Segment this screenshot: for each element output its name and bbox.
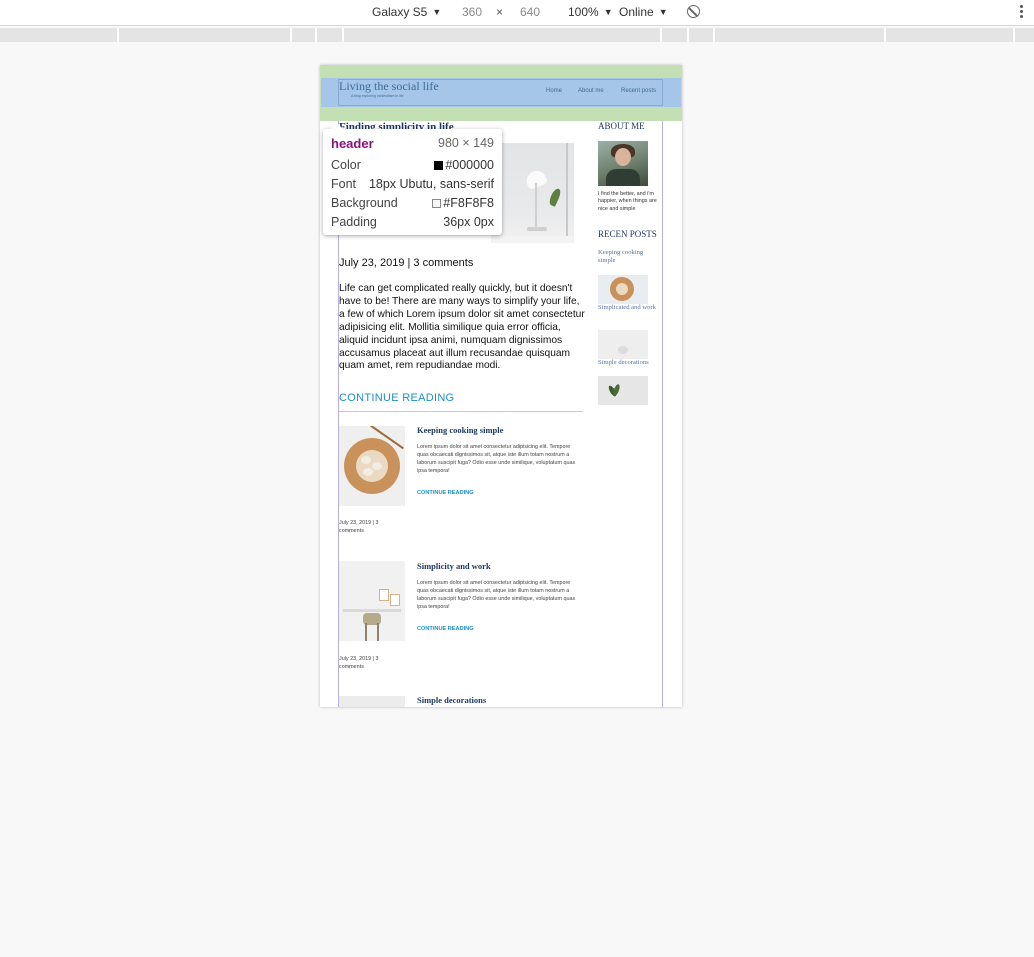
network-value: Online: [619, 5, 654, 19]
about-avatar: [598, 141, 648, 186]
tooltip-color-label: Color: [331, 158, 361, 172]
width-input[interactable]: 360: [462, 5, 482, 19]
tooltip-font-label: Font: [331, 177, 357, 191]
site-tagline: A blog exploring minimalism in life: [351, 94, 404, 98]
recent-post-thumbnail[interactable]: [598, 275, 648, 304]
height-input[interactable]: 640: [520, 5, 540, 19]
tooltip-font-value: 18px Ubutu, sans-serif: [368, 177, 494, 191]
about-text: I find the better, and i'm happier, when…: [598, 191, 657, 212]
post-meta: July 23, 2019 | 3 comments: [339, 656, 379, 670]
zoom-select[interactable]: 100% ▼: [568, 5, 613, 19]
featured-post-excerpt: Life can get complicated really quickly,…: [339, 283, 585, 372]
device-select[interactable]: Galaxy S5 ▼: [372, 5, 441, 19]
network-select[interactable]: Online ▼: [619, 5, 668, 19]
featured-continue-reading-link[interactable]: CONTINUE READING: [339, 392, 454, 404]
post-thumbnail-work[interactable]: [339, 561, 405, 641]
post-thumbnail-cooking[interactable]: [339, 426, 405, 506]
device-toolbar: Galaxy S5 ▼ 360 × 640 100% ▼ Online ▼: [0, 0, 1034, 26]
post-excerpt: Lorem ipsum dolor sit amet consectetur a…: [417, 580, 576, 610]
recent-post-thumbnail[interactable]: [598, 330, 648, 359]
post-title[interactable]: Simple decorations: [417, 695, 486, 705]
about-heading: ABOUT ME: [598, 121, 645, 131]
chevron-down-icon: ▼: [658, 7, 668, 17]
zoom-value: 100%: [568, 5, 599, 19]
chevron-down-icon: ▼: [603, 7, 613, 17]
color-swatch-icon: [434, 161, 444, 170]
tooltip-padding-value: 36px 0px: [443, 215, 494, 229]
dimension-separator: ×: [496, 5, 504, 19]
recent-post-link[interactable]: Simple decorations: [598, 359, 658, 367]
nav-recent-posts[interactable]: Recent posts: [621, 88, 656, 94]
post-meta: July 23, 2019 | 3 comments: [339, 520, 379, 534]
element-inspector-tooltip: header 980 × 149 Color #000000 Font 18px…: [323, 123, 502, 235]
more-options-icon[interactable]: [1020, 5, 1023, 19]
tooltip-padding-label: Padding: [331, 215, 377, 229]
tooltip-color-value: #000000: [434, 158, 494, 172]
post-excerpt: Lorem ipsum dolor sit amet consectetur a…: [417, 444, 576, 474]
color-swatch-icon: [432, 199, 442, 208]
recent-post-thumbnail[interactable]: [598, 376, 648, 405]
nav-about[interactable]: About me: [578, 88, 604, 94]
post-continue-reading-link[interactable]: CONTINUE READING: [417, 626, 474, 632]
tooltip-element-size: 980 × 149: [438, 136, 494, 150]
recent-posts-heading: RECEN POSTS: [598, 229, 657, 239]
nav-home[interactable]: Home: [546, 88, 562, 94]
tooltip-tag-name: header: [331, 136, 374, 151]
post-continue-reading-link[interactable]: CONTINUE READING: [417, 490, 474, 496]
post-title[interactable]: Simplicity and work: [417, 561, 491, 571]
site-title[interactable]: Living the social life: [339, 79, 439, 94]
featured-post-meta: July 23, 2019 | 3 comments: [339, 257, 474, 269]
device-name: Galaxy S5: [372, 5, 428, 19]
featured-post-image[interactable]: [491, 143, 574, 243]
divider: [339, 411, 583, 412]
recent-post-link[interactable]: Simplicated and work: [598, 304, 658, 312]
recent-post-link[interactable]: Keeping cooking simple: [598, 249, 658, 265]
media-query-bar[interactable]: [0, 28, 1034, 42]
chevron-down-icon: ▼: [432, 7, 442, 17]
tooltip-background-value: #F8F8F8: [432, 196, 494, 210]
rotate-icon[interactable]: [687, 5, 700, 18]
post-thumbnail-decorations[interactable]: [339, 696, 405, 707]
post-title[interactable]: Keeping cooking simple: [417, 425, 503, 435]
tooltip-background-label: Background: [331, 196, 398, 210]
